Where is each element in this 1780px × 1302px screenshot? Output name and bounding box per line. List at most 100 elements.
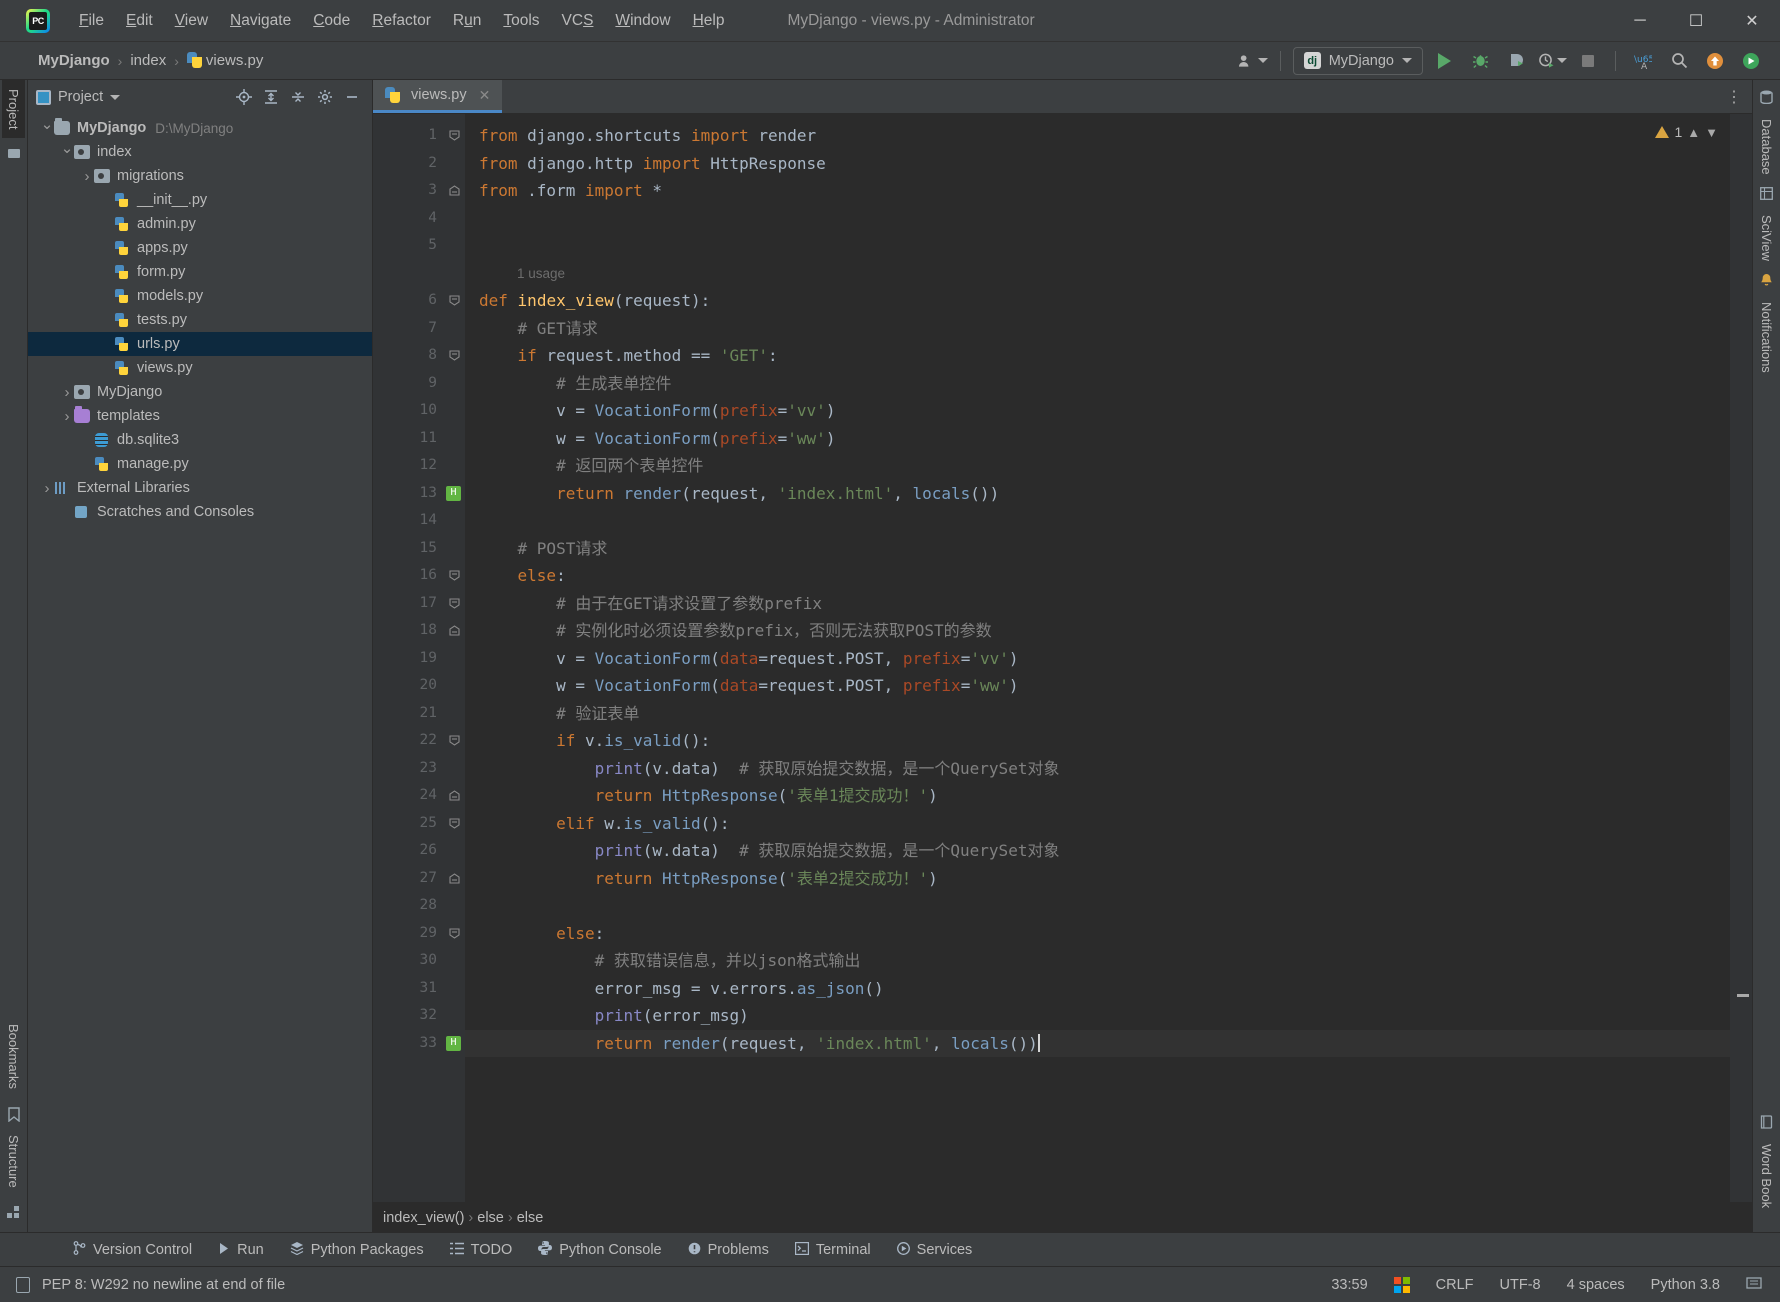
code-line[interactable]: if v.is_valid(): bbox=[465, 727, 1730, 755]
editor-breadcrumb-function[interactable]: index_view() bbox=[383, 1210, 464, 1226]
rail-tab-bookmarks[interactable]: Bookmarks bbox=[6, 1024, 21, 1089]
fold-marker[interactable] bbox=[443, 287, 465, 315]
tree-node[interactable]: admin.py bbox=[28, 212, 372, 236]
breadcrumb-index[interactable]: index bbox=[126, 50, 170, 71]
code-line[interactable]: v = VocationForm(data=request.POST, pref… bbox=[465, 645, 1730, 673]
menu-item-view[interactable]: View bbox=[164, 7, 219, 35]
fold-marker[interactable] bbox=[443, 562, 465, 590]
line-number[interactable]: 4 bbox=[373, 205, 443, 233]
search-icon[interactable] bbox=[1664, 47, 1694, 75]
line-number[interactable]: 3 bbox=[373, 177, 443, 205]
rail-tab-word-book[interactable]: Word Book bbox=[1759, 1144, 1774, 1208]
inspection-scrollbar[interactable] bbox=[1730, 114, 1752, 1202]
line-number[interactable]: 7 bbox=[373, 315, 443, 343]
locate-icon[interactable] bbox=[232, 85, 256, 109]
menu-item-file[interactable]: File bbox=[68, 7, 115, 35]
code-usage-hint[interactable]: 1 usage bbox=[465, 260, 1730, 288]
code-line[interactable]: from django.http import HttpResponse bbox=[465, 150, 1730, 178]
code-line[interactable]: w = VocationForm(data=request.POST, pref… bbox=[465, 672, 1730, 700]
code-line[interactable]: # 获取错误信息，并以json格式输出 bbox=[465, 947, 1730, 975]
line-number[interactable]: 11 bbox=[373, 425, 443, 453]
code-content[interactable]: from django.shortcuts import render from … bbox=[465, 114, 1730, 1202]
stop-button[interactable] bbox=[1573, 47, 1603, 75]
line-number[interactable]: 32 bbox=[373, 1002, 443, 1030]
line-number[interactable]: 21 bbox=[373, 700, 443, 728]
line-number[interactable]: 1 bbox=[373, 122, 443, 150]
code-line[interactable]: # 验证表单 bbox=[465, 700, 1730, 728]
line-number[interactable] bbox=[373, 260, 443, 288]
maximize-button[interactable]: ☐ bbox=[1668, 0, 1724, 41]
tool-window-todo[interactable]: TODO bbox=[437, 1238, 526, 1262]
code-line[interactable]: error_msg = v.errors.as_json() bbox=[465, 975, 1730, 1003]
code-line[interactable]: print(w.data) # 获取原始提交数据，是一个QuerySet对象 bbox=[465, 837, 1730, 865]
tool-window-services[interactable]: Services bbox=[884, 1238, 986, 1262]
line-number[interactable]: 17 bbox=[373, 590, 443, 618]
breadcrumb-project[interactable]: MyDjango bbox=[34, 50, 114, 71]
line-number[interactable]: 31 bbox=[373, 975, 443, 1003]
chevron-down-icon[interactable] bbox=[40, 119, 54, 137]
code-line[interactable]: from .form import * bbox=[465, 177, 1730, 205]
file-encoding[interactable]: UTF-8 bbox=[1500, 1277, 1541, 1293]
fold-marker[interactable] bbox=[443, 920, 465, 948]
close-button[interactable]: ✕ bbox=[1724, 0, 1780, 41]
code-line[interactable]: return render(request, 'index.html', loc… bbox=[465, 480, 1730, 508]
chevron-right-icon[interactable] bbox=[60, 384, 74, 401]
line-number[interactable]: 26 bbox=[373, 837, 443, 865]
caret-position[interactable]: 33:59 bbox=[1331, 1277, 1367, 1293]
tree-node[interactable]: manage.py bbox=[28, 452, 372, 476]
code-line[interactable] bbox=[465, 205, 1730, 233]
tree-node[interactable]: migrations bbox=[28, 164, 372, 188]
line-number[interactable]: 14 bbox=[373, 507, 443, 535]
line-number[interactable]: 10 bbox=[373, 397, 443, 425]
line-number[interactable]: 22 bbox=[373, 727, 443, 755]
line-number[interactable]: 25 bbox=[373, 810, 443, 838]
menu-item-window[interactable]: Window bbox=[604, 7, 681, 35]
editor-breadcrumb-else-2[interactable]: else bbox=[517, 1210, 544, 1226]
line-number[interactable]: 2 bbox=[373, 150, 443, 178]
fold-marker[interactable] bbox=[443, 617, 465, 645]
line-number[interactable]: 27 bbox=[373, 865, 443, 893]
line-number[interactable]: 16 bbox=[373, 562, 443, 590]
user-icon[interactable] bbox=[1238, 47, 1268, 75]
breadcrumb-file[interactable]: views.py bbox=[183, 50, 268, 71]
fold-marker[interactable] bbox=[443, 590, 465, 618]
fold-marker[interactable] bbox=[443, 865, 465, 893]
tree-node[interactable]: Scratches and Consoles bbox=[28, 500, 372, 524]
rail-tab-database[interactable]: Database bbox=[1759, 119, 1774, 175]
translate-icon[interactable]: \u6587A bbox=[1628, 47, 1658, 75]
line-number[interactable]: 5 bbox=[373, 232, 443, 260]
tree-node[interactable]: index bbox=[28, 140, 372, 164]
indent-setting[interactable]: 4 spaces bbox=[1567, 1277, 1625, 1293]
code-line[interactable]: return HttpResponse('表单1提交成功！') bbox=[465, 782, 1730, 810]
python-interpreter[interactable]: Python 3.8 bbox=[1651, 1277, 1720, 1293]
code-line[interactable]: # POST请求 bbox=[465, 535, 1730, 563]
chevron-right-icon[interactable] bbox=[80, 168, 94, 185]
plugin-icon[interactable] bbox=[1736, 47, 1766, 75]
tree-node[interactable]: tests.py bbox=[28, 308, 372, 332]
run-button[interactable] bbox=[1429, 47, 1459, 75]
code-line[interactable]: else: bbox=[465, 920, 1730, 948]
code-line[interactable]: # 生成表单控件 bbox=[465, 370, 1730, 398]
code-line[interactable]: from django.shortcuts import render bbox=[465, 122, 1730, 150]
editor-tab-options[interactable]: ⋮ bbox=[1726, 80, 1752, 113]
code-line[interactable]: def index_view(request): bbox=[465, 287, 1730, 315]
settings-gear-icon[interactable] bbox=[313, 85, 337, 109]
code-line[interactable]: elif w.is_valid(): bbox=[465, 810, 1730, 838]
chevron-right-icon[interactable] bbox=[40, 480, 54, 497]
tool-window-python-packages[interactable]: Python Packages bbox=[277, 1237, 437, 1262]
menu-item-edit[interactable]: Edit bbox=[115, 7, 164, 35]
line-number[interactable]: 8 bbox=[373, 342, 443, 370]
tree-node[interactable]: form.py bbox=[28, 260, 372, 284]
chevron-up-icon[interactable]: ▲ bbox=[1687, 125, 1700, 140]
code-line[interactable]: return render(request, 'index.html', loc… bbox=[465, 1029, 1730, 1057]
tool-window-run[interactable]: Run bbox=[205, 1238, 277, 1262]
menu-item-run[interactable]: Run bbox=[442, 7, 492, 35]
code-line[interactable]: print(v.data) # 获取原始提交数据，是一个QuerySet对象 bbox=[465, 755, 1730, 783]
editor-tab-views-py[interactable]: views.py ✕ bbox=[373, 80, 503, 113]
rail-tab-project[interactable]: Project bbox=[2, 80, 25, 139]
chevron-down-icon[interactable]: ▼ bbox=[1705, 125, 1718, 140]
tree-node[interactable]: models.py bbox=[28, 284, 372, 308]
more-options-icon[interactable]: ⋮ bbox=[1726, 87, 1742, 107]
fold-marker[interactable] bbox=[443, 342, 465, 370]
code-line[interactable] bbox=[465, 892, 1730, 920]
